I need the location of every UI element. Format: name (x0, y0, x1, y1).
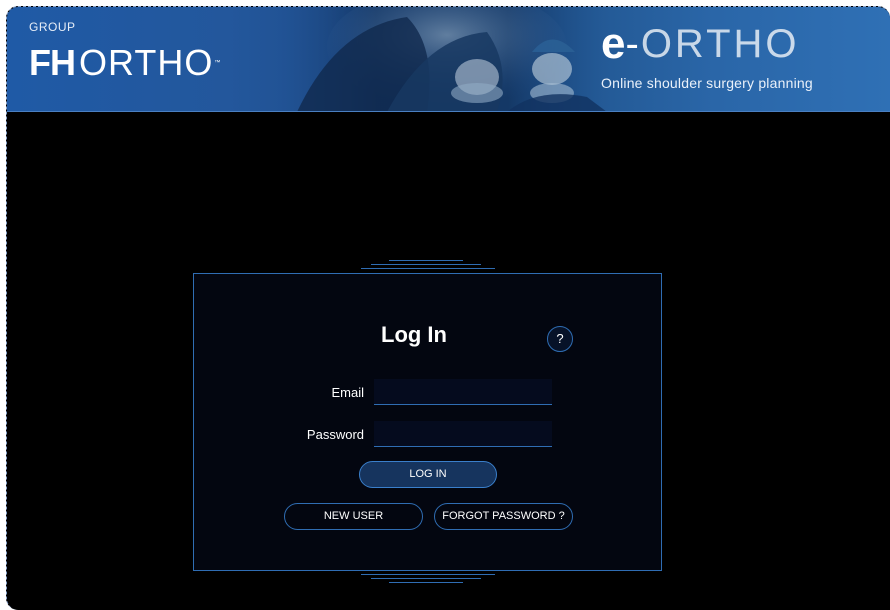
decorative-line-bottom-3 (389, 582, 463, 583)
forgot-password-button[interactable]: FORGOT PASSWORD ? (434, 503, 573, 530)
e-ortho-dash: - (625, 22, 639, 66)
brand-fh-text: FH (29, 42, 76, 83)
e-ortho-e: e (601, 19, 626, 68)
e-ortho-wordmark: e - ORTHO (601, 21, 851, 67)
brand-main: FH ORTHO ™ (29, 33, 220, 83)
decorative-line-bottom-2 (371, 578, 481, 579)
e-ortho-logo: e - ORTHO Online shoulder surgery planni… (601, 21, 851, 92)
brand-group-text: GROUP (29, 20, 76, 34)
header-divider (7, 111, 890, 112)
password-label: Password (306, 427, 364, 442)
app-frame: GROUP FH ORTHO ™ e - ORTHO Online should… (6, 6, 890, 610)
surgeons-photo (277, 7, 607, 112)
brand-ortho-text: ORTHO (79, 42, 214, 83)
help-button[interactable]: ? (547, 326, 573, 352)
decorative-line-top-2 (371, 264, 481, 265)
login-button[interactable]: LOG IN (359, 461, 497, 488)
email-input[interactable] (374, 379, 552, 405)
fh-ortho-logo: GROUP FH ORTHO ™ (29, 21, 220, 83)
decorative-line-top-1 (389, 260, 463, 261)
new-user-button[interactable]: NEW USER (284, 503, 423, 530)
decorative-line-bottom-1 (361, 574, 495, 575)
product-tagline: Online shoulder surgery planning (601, 75, 813, 91)
email-label: Email (331, 385, 364, 400)
e-ortho-ortho: ORTHO (640, 22, 800, 66)
decorative-line-top-3 (361, 268, 495, 269)
header-banner: GROUP FH ORTHO ™ e - ORTHO Online should… (7, 7, 890, 112)
trademark-mark: ™ (214, 60, 221, 66)
login-panel: Log In ? Email Password LOG IN NEW USER … (193, 273, 662, 571)
password-input[interactable] (374, 421, 552, 447)
